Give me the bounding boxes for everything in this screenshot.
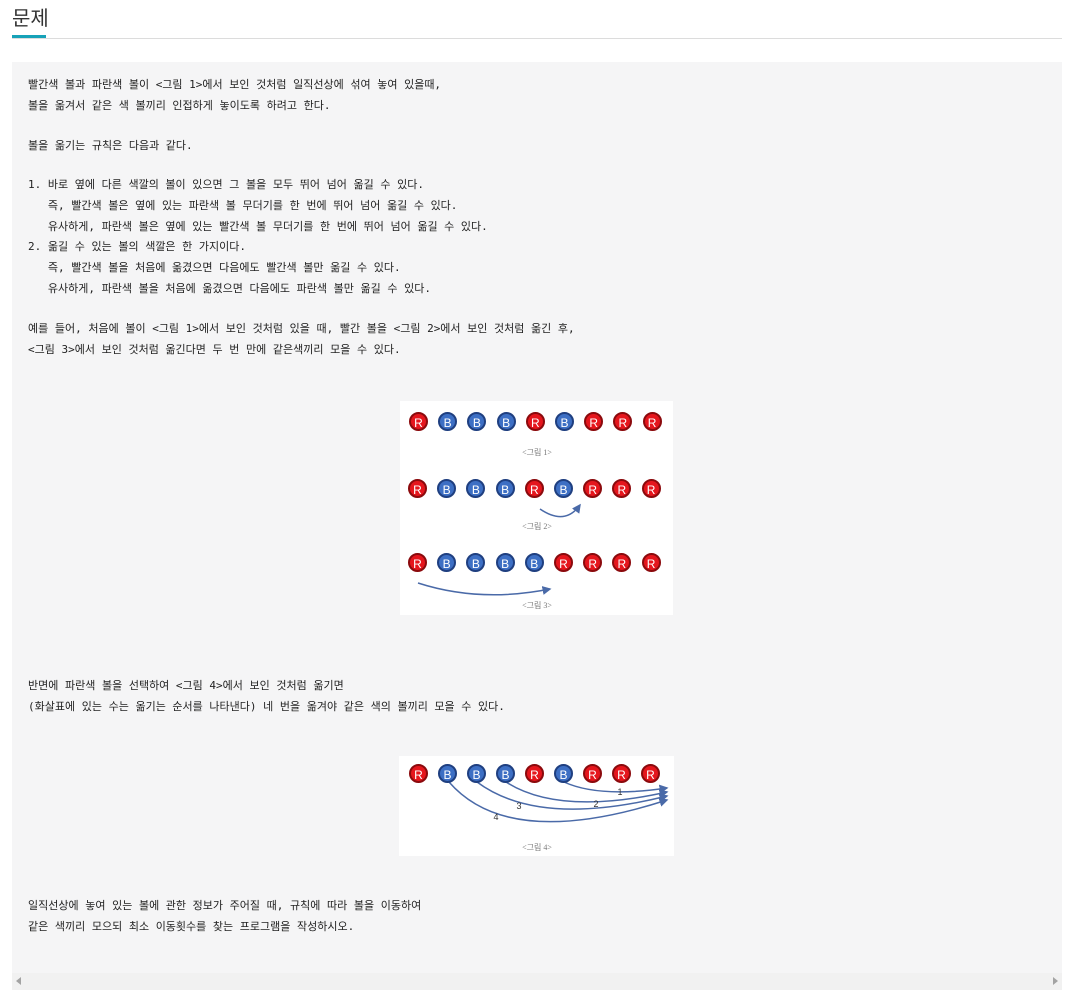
arrow-order-label: 1 xyxy=(617,787,623,797)
red-ball: R xyxy=(409,412,428,431)
red-ball: R xyxy=(525,764,544,783)
blue-ball: B xyxy=(554,764,573,783)
figure-caption: <그림 2> xyxy=(522,522,552,531)
blue-ball: B xyxy=(496,412,516,431)
figure-caption: <그림 3> xyxy=(522,601,552,610)
red-ball: R xyxy=(641,553,661,572)
blue-ball: B xyxy=(555,412,574,431)
figure-4: R B B B R B R R R <그림 4> 1 2 3 4 xyxy=(399,756,674,856)
problem-description: R B B B R B R R R <그림 1> R B B B R B R R R <그림 2> R B B B B R R R R <… xyxy=(12,62,1062,973)
section-title: 문제 xyxy=(12,6,49,30)
blue-ball: B xyxy=(495,553,515,572)
figure-caption: <그림 1> xyxy=(522,448,552,457)
red-ball: R xyxy=(408,479,427,498)
blue-ball: B xyxy=(467,764,486,783)
problem-text-line: 예를 들어, 처음에 볼이 <그림 1>에서 보인 것처럼 있을 때, 빨간 볼… xyxy=(28,322,575,335)
scroll-right-arrow-icon[interactable] xyxy=(1053,977,1058,985)
red-ball: R xyxy=(612,764,631,783)
red-ball: R xyxy=(409,764,428,783)
blue-ball: B xyxy=(438,764,457,783)
blue-ball: B xyxy=(496,764,515,783)
blue-ball: B xyxy=(554,479,573,498)
fig4-arrow-2 xyxy=(505,781,669,803)
fig3-arrow xyxy=(417,582,552,596)
problem-text-line: 2. 옮길 수 있는 볼의 색깔은 한 가지이다. xyxy=(28,240,247,253)
problem-text-line: 유사하게, 파란색 볼을 처음에 옮겼으면 다음에도 파란색 볼만 옮길 수 있… xyxy=(28,282,431,295)
problem-text-line: 일직선상에 놓여 있는 볼에 관한 정보가 주어질 때, 규칙에 따라 볼을 이… xyxy=(28,899,422,912)
arrow-order-label: 3 xyxy=(516,801,522,811)
problem-text-line: 즉, 빨간색 볼은 옆에 있는 파란색 볼 무더기를 한 번에 뛰어 넘어 옮길… xyxy=(28,199,458,212)
blue-ball: B xyxy=(524,553,544,572)
horizontal-scrollbar[interactable] xyxy=(12,973,1062,990)
section-header: 문제 xyxy=(12,0,1062,39)
problem-text-line: 1. 바로 옆에 다른 색깔의 볼이 있으면 그 볼을 모두 뛰어 넘어 옮길 … xyxy=(28,178,424,191)
red-ball: R xyxy=(641,479,661,498)
fig4-arrow-3 xyxy=(476,781,669,810)
problem-text-line: 같은 색끼리 모으되 최소 이동횟수를 찾는 프로그램을 작성하시오. xyxy=(28,920,355,933)
problem-text-line: <그림 3>에서 보인 것처럼 옮긴다면 두 번 만에 같은색끼리 모을 수 있… xyxy=(28,343,401,356)
blue-ball: B xyxy=(495,479,515,498)
red-ball: R xyxy=(524,479,544,498)
title-underline xyxy=(12,35,46,38)
fig4-arrow-4 xyxy=(448,781,669,823)
arrow-order-label: 2 xyxy=(593,799,599,809)
red-ball: R xyxy=(408,553,427,572)
fig2-arrow xyxy=(539,503,581,518)
problem-text-line: (화살표에 있는 수는 옮기는 순서를 나타낸다) 네 번을 옮겨야 같은 색의… xyxy=(28,700,505,713)
problem-text-line: 빨간색 볼과 파란색 볼이 <그림 1>에서 보인 것처럼 일직선상에 섞여 놓… xyxy=(28,78,442,91)
arrow-order-label: 4 xyxy=(493,812,499,822)
problem-text-line: 반면에 파란색 볼을 선택하여 <그림 4>에서 보인 것처럼 옮기면 xyxy=(28,679,344,692)
red-ball: R xyxy=(641,764,660,783)
problem-text-line: 유사하게, 파란색 볼은 옆에 있는 빨간색 볼 무더기를 한 번에 뛰어 넘어… xyxy=(28,220,488,233)
problem-text-line: 볼을 옮기는 규칙은 다음과 같다. xyxy=(28,139,193,152)
figure-caption: <그림 4> xyxy=(522,843,552,852)
figure-1-2-3: R B B B R B R R R <그림 1> R B B B R B R R R <그림 2> R B B B B R R R R <… xyxy=(400,401,673,615)
red-ball: R xyxy=(554,553,573,572)
figure-1-arrows xyxy=(417,503,581,596)
red-ball: R xyxy=(583,764,602,783)
red-ball: R xyxy=(642,412,662,431)
scroll-left-arrow-icon[interactable] xyxy=(16,977,21,985)
red-ball: R xyxy=(525,412,545,431)
problem-text-line: 즉, 빨간색 볼을 처음에 옮겼으면 다음에도 빨간색 볼만 옮길 수 있다. xyxy=(28,261,401,274)
problem-text-line: 볼을 옮겨서 같은 색 볼끼리 인접하게 놓이도록 하려고 한다. xyxy=(28,99,331,112)
